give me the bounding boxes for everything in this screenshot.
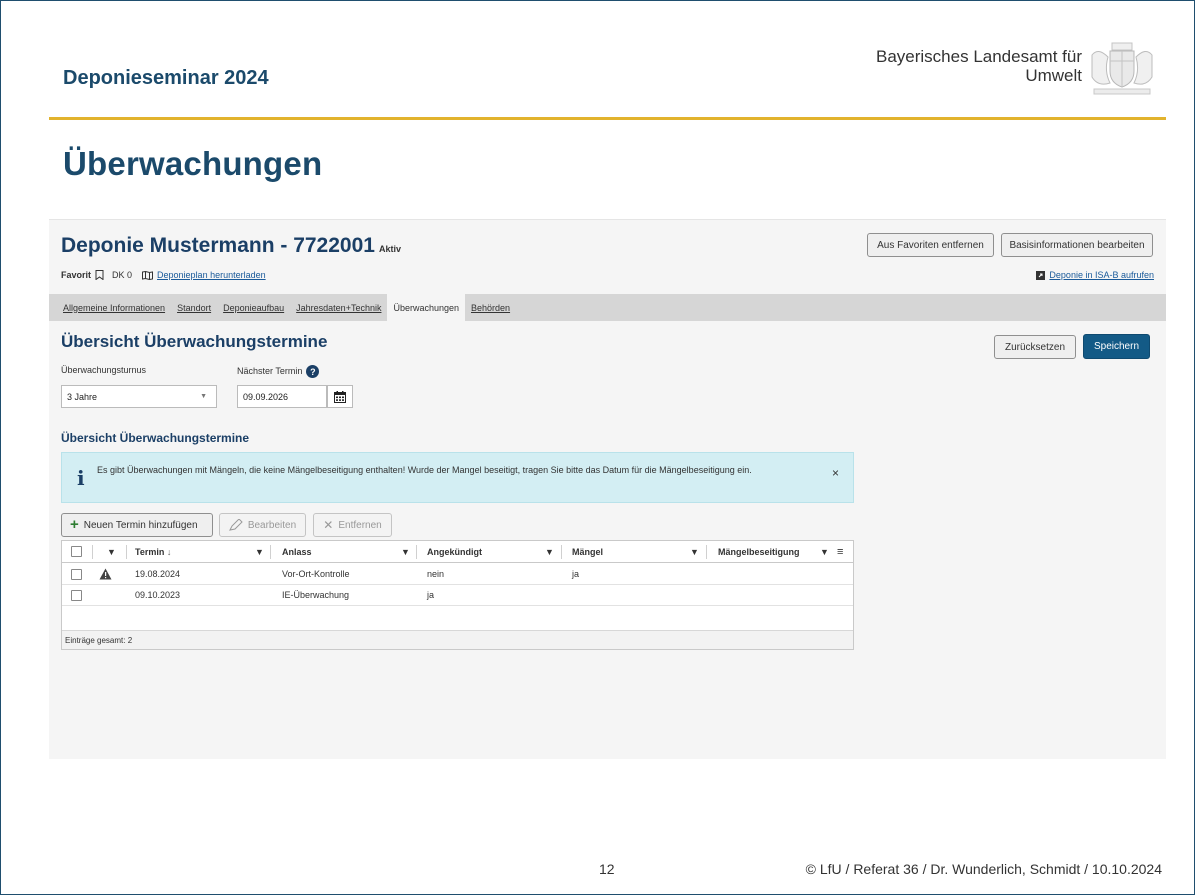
bookmark-icon[interactable] [95, 270, 104, 280]
section-title: Übersicht Überwachungstermine [61, 332, 328, 351]
tab-bar: Allgemeine Informationen Standort Deponi… [49, 294, 1166, 321]
slide-frame: Deponieseminar 2024 Bayerisches Landesam… [0, 0, 1195, 895]
column-termin-menu-icon[interactable]: ▼ [255, 541, 264, 562]
remove-favorite-button[interactable]: Aus Favoriten entfernen [867, 233, 994, 257]
calendar-button[interactable] [327, 385, 353, 408]
alert-text: Es gibt Überwachungen mit Mängeln, die k… [97, 465, 752, 475]
column-angekuendigt-menu-icon[interactable]: ▼ [545, 541, 554, 562]
close-icon[interactable]: × [832, 466, 839, 480]
column-anlass-menu-icon[interactable]: ▼ [401, 541, 410, 562]
anlass-cell: Vor-Ort-Kontrolle [282, 569, 350, 579]
page-number: 12 [599, 861, 615, 877]
add-appointment-button[interactable]: + Neuen Termin hinzufügen [61, 513, 213, 537]
org-name: Bayerisches Landesamt für Umwelt [876, 47, 1082, 85]
slide-footer: © LfU / Referat 36 / Dr. Wunderlich, Sch… [805, 861, 1162, 877]
column-maengelbeseitigung[interactable]: Mängelbeseitigung [718, 541, 800, 562]
tab-allgemeine-informationen[interactable]: Allgemeine Informationen [57, 294, 171, 321]
reset-button[interactable]: Zurücksetzen [994, 335, 1076, 359]
chevron-down-icon: ▼ [200, 393, 207, 400]
tab-behoerden[interactable]: Behörden [465, 294, 516, 321]
remove-label: Entfernen [338, 519, 382, 531]
table-row[interactable]: 09.10.2023 IE-Überwachung ja [62, 585, 853, 606]
external-box-icon [1036, 270, 1046, 280]
tab-jahresdaten-technik[interactable]: Jahresdaten+Technik [290, 294, 387, 321]
next-date-value: 09.09.2026 [243, 391, 289, 402]
info-alert: i Es gibt Überwachungen mit Mängeln, die… [61, 452, 854, 503]
warning-icon [99, 564, 112, 584]
table-footer: Einträge gesamt: 2 [62, 630, 853, 649]
column-maengel-menu-icon[interactable]: ▼ [690, 541, 699, 562]
edit-base-info-button[interactable]: Basisinformationen bearbeiten [1001, 233, 1153, 257]
help-icon[interactable]: ? [306, 365, 320, 378]
add-appointment-label: Neuen Termin hinzufügen [83, 519, 198, 531]
column-maengel[interactable]: Mängel [572, 541, 603, 562]
tab-deponieaufbau[interactable]: Deponieaufbau [217, 294, 290, 321]
landfill-meta: Favorit DK 0 Deponieplan herunterladen [61, 270, 266, 280]
termin-cell: 19.08.2024 [135, 569, 181, 579]
isab-link-group: Deponie in ISA-B aufrufen [1036, 270, 1154, 280]
column-termin[interactable]: Termin ↓ [135, 541, 171, 562]
download-plan-link[interactable]: Deponieplan herunterladen [157, 270, 266, 280]
calendar-icon [334, 390, 346, 403]
column-menu-icon[interactable]: ≡ [837, 541, 843, 562]
landfill-name: Deponie Mustermann - 7722001 [61, 234, 375, 257]
table-header: ▼ Termin ↓ ▼ Anlass ▼ Angekündigt ▼ Mäng… [62, 541, 853, 563]
column-termin-label: Termin [135, 546, 165, 557]
org-name-line2: Umwelt [1025, 66, 1082, 85]
app-screenshot: Deponie Mustermann - 7722001 Aktiv Aus Fa… [49, 219, 1166, 759]
maengel-cell: ja [572, 569, 580, 579]
termine-subtitle: Übersicht Überwachungstermine [61, 431, 250, 445]
warning-column-menu-icon[interactable]: ▼ [107, 541, 116, 562]
accent-divider [49, 117, 1166, 120]
tab-ueberwachungen[interactable]: Überwachungen [387, 294, 466, 321]
slide-heading: Überwachungen [63, 145, 323, 182]
map-icon [142, 270, 154, 280]
column-anlass[interactable]: Anlass [282, 541, 312, 562]
isab-link[interactable]: Deponie in ISA-B aufrufen [1049, 270, 1154, 280]
edit-button[interactable]: Bearbeiten [219, 513, 306, 537]
pencil-icon [228, 519, 243, 531]
column-angekuendigt[interactable]: Angekündigt [427, 541, 482, 562]
next-date-input[interactable]: 09.09.2026 [237, 385, 327, 408]
next-date-label-row: Nächster Termin? [237, 365, 320, 378]
row-checkbox[interactable] [71, 568, 82, 580]
edit-label: Bearbeiten [247, 519, 297, 531]
tab-standort[interactable]: Standort [171, 294, 217, 321]
appointments-table: ▼ Termin ↓ ▼ Anlass ▼ Angekündigt ▼ Mäng… [61, 540, 854, 650]
favorite-label: Favorit [61, 270, 92, 280]
angekuendigt-cell: ja [427, 590, 435, 600]
termin-cell: 09.10.2023 [135, 590, 181, 600]
seminar-title: Deponieseminar 2024 [63, 67, 269, 89]
column-maengelbeseitigung-menu-icon[interactable]: ▼ [820, 541, 829, 562]
table-row[interactable]: 19.08.2024 Vor-Ort-Kontrolle nein ja [62, 564, 853, 585]
plus-icon: + [70, 516, 79, 533]
coat-of-arms-logo [1084, 41, 1160, 97]
remove-x-icon: ✕ [323, 518, 334, 532]
save-button[interactable]: Speichern [1083, 334, 1150, 359]
sort-down-icon: ↓ [166, 546, 172, 557]
select-all-cell [71, 541, 82, 562]
status-badge: Aktiv [378, 244, 401, 254]
org-name-line1: Bayerisches Landesamt für [876, 47, 1082, 66]
anlass-cell: IE-Überwachung [282, 590, 350, 600]
info-icon: i [77, 466, 85, 490]
remove-button[interactable]: ✕ Entfernen [313, 513, 392, 537]
row-checkbox[interactable] [71, 589, 82, 601]
landfill-title: Deponie Mustermann - 7722001 Aktiv [61, 234, 401, 258]
turnus-label: Überwachungsturnus [61, 365, 147, 375]
turnus-value: 3 Jahre [67, 391, 98, 402]
next-date-label: Nächster Termin [237, 365, 303, 376]
dk-class: DK 0 [112, 270, 133, 280]
select-all-checkbox[interactable] [71, 546, 82, 557]
turnus-select[interactable]: 3 Jahre ▼ [61, 385, 217, 408]
angekuendigt-cell: nein [427, 569, 445, 579]
